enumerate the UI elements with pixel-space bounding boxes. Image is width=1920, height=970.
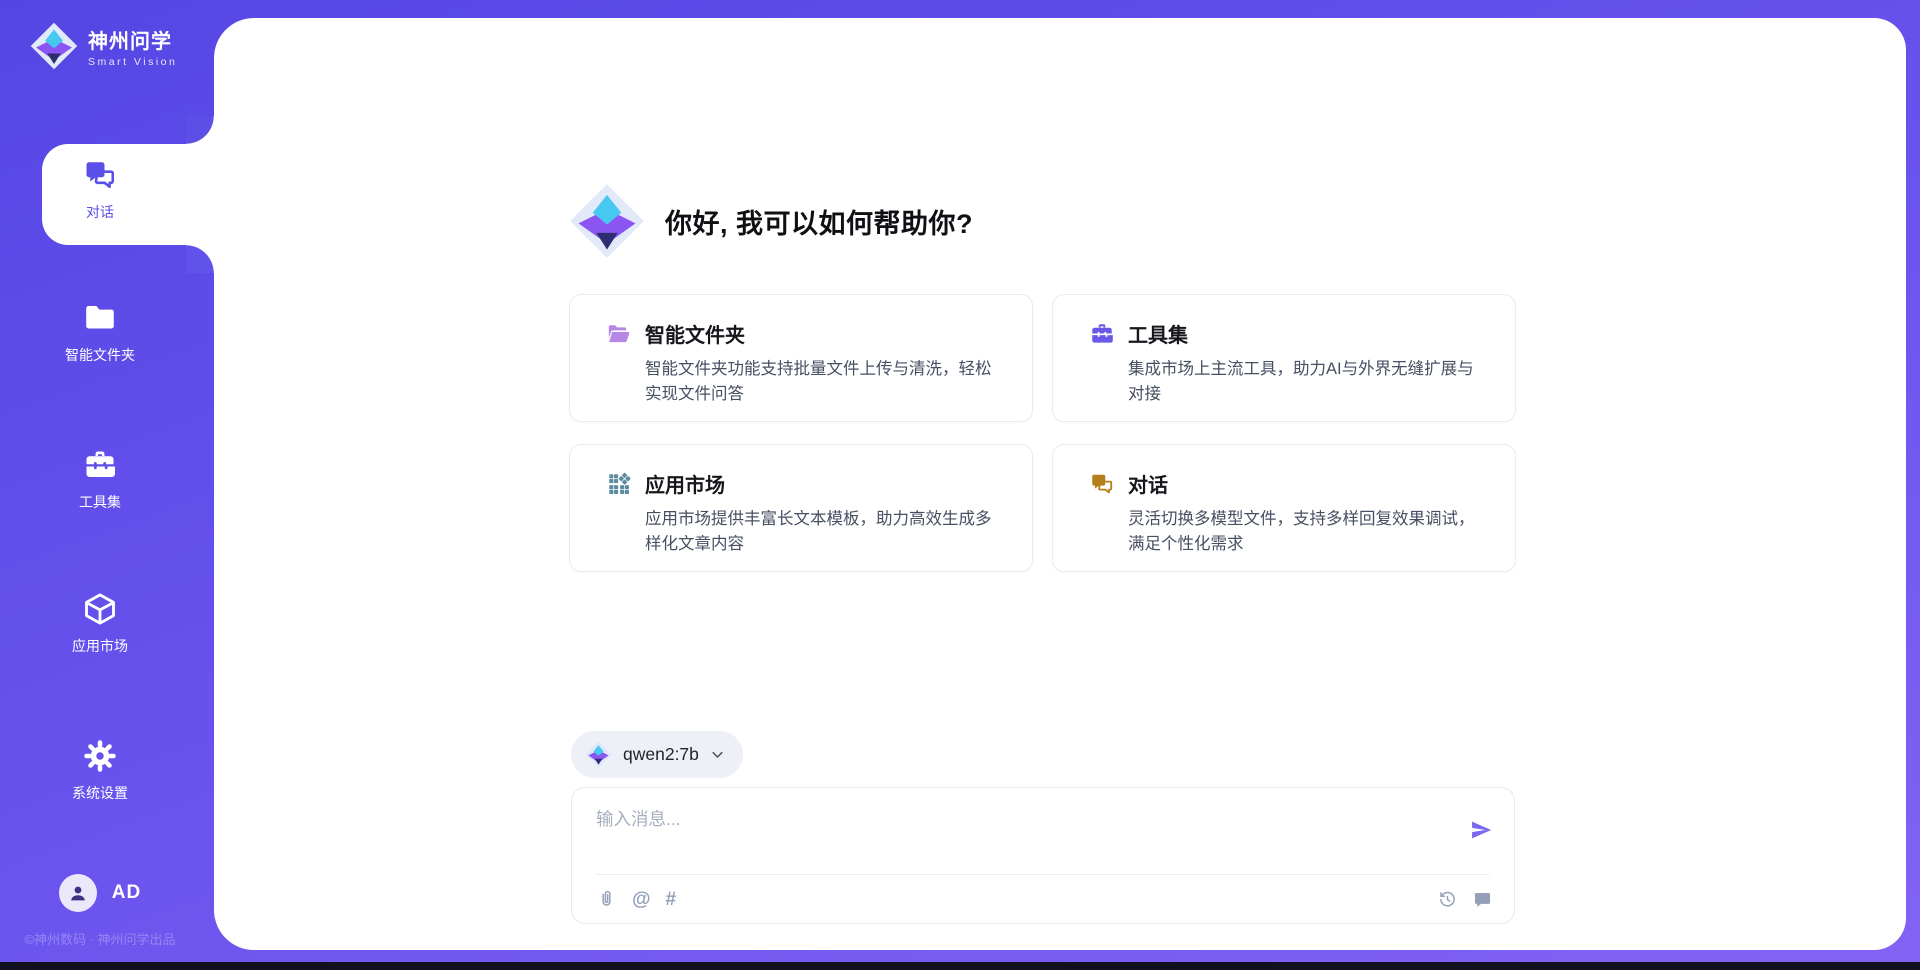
avatar <box>59 874 97 912</box>
brand-subtitle: Smart Vision <box>88 56 177 68</box>
sidebar-item-smart-folder[interactable]: 智能文件夹 <box>0 300 200 365</box>
card-toolset[interactable]: 工具集 集成市场上主流工具，助力AI与外界无缝扩展与对接 <box>1052 294 1516 422</box>
sidebar-item-label: 工具集 <box>79 492 121 512</box>
greeting-text: 你好, 我可以如何帮助你? <box>665 202 973 241</box>
card-smart-folder[interactable]: 智能文件夹 智能文件夹功能支持批量文件上传与清洗，轻松实现文件问答 <box>569 294 1033 422</box>
card-chat[interactable]: 对话 灵活切换多模型文件，支持多样回复效果调试，满足个性化需求 <box>1052 444 1516 572</box>
sidebar-item-chat[interactable]: 对话 <box>0 157 200 222</box>
briefcase-icon <box>1089 321 1115 347</box>
toolbox-icon <box>82 447 118 483</box>
brand-title: 神州问学 <box>88 25 177 54</box>
gear-icon <box>82 738 118 774</box>
card-description: 集成市场上主流工具，助力AI与外界无缝扩展与对接 <box>1128 357 1486 407</box>
chat-icon <box>1089 471 1115 497</box>
cube-icon <box>82 591 118 627</box>
message-input[interactable] <box>596 806 1456 858</box>
diamond-logo-icon <box>569 183 645 259</box>
card-title: 智能文件夹 <box>645 319 745 348</box>
sidebar-item-label: 系统设置 <box>72 783 128 803</box>
card-title: 对话 <box>1128 469 1168 498</box>
model-name: qwen2:7b <box>623 744 699 765</box>
paperclip-icon[interactable] <box>596 889 617 910</box>
card-title: 工具集 <box>1128 319 1188 348</box>
sidebar-item-app-market[interactable]: 应用市场 <box>0 591 200 656</box>
sidebar: 神州问学 Smart Vision 对话 智能文件夹 工具集 <box>0 0 214 962</box>
diamond-logo-icon <box>585 741 612 768</box>
person-icon <box>66 881 90 905</box>
card-title: 应用市场 <box>645 469 725 498</box>
sidebar-item-settings[interactable]: 系统设置 <box>0 738 200 803</box>
card-app-market[interactable]: 应用市场 应用市场提供丰富长文本模板，助力高效生成多样化文章内容 <box>569 444 1033 572</box>
user-profile[interactable]: AD <box>0 874 200 912</box>
folder-icon <box>82 300 118 336</box>
at-icon[interactable]: @ <box>632 890 651 909</box>
sidebar-item-label: 应用市场 <box>72 636 128 656</box>
chat-icon <box>82 157 118 193</box>
greeting: 你好, 我可以如何帮助你? <box>569 183 973 259</box>
model-selector[interactable]: qwen2:7b <box>571 731 743 778</box>
main-panel: 你好, 我可以如何帮助你? 智能文件夹 智能文件夹功能支持批量文件上传与清洗，轻… <box>214 18 1906 950</box>
open-folder-icon <box>606 321 632 347</box>
sidebar-item-label: 智能文件夹 <box>65 345 135 365</box>
copyright-text: ©神州数码 · 神州问学出品 <box>0 929 200 948</box>
message-composer: @ # <box>571 787 1515 924</box>
user-initials: AD <box>112 882 141 904</box>
bubble-icon[interactable] <box>1472 889 1493 910</box>
send-icon[interactable] <box>1469 818 1493 842</box>
card-description: 智能文件夹功能支持批量文件上传与清洗，轻松实现文件问答 <box>645 357 1003 407</box>
grid-icon <box>606 471 632 497</box>
diamond-logo-icon <box>30 22 78 70</box>
card-description: 应用市场提供丰富长文本模板，助力高效生成多样化文章内容 <box>645 507 1003 557</box>
hash-icon[interactable]: # <box>666 890 677 909</box>
screen-bottom-edge <box>0 962 1920 970</box>
sidebar-item-toolset[interactable]: 工具集 <box>0 447 200 512</box>
card-description: 灵活切换多模型文件，支持多样回复效果调试，满足个性化需求 <box>1128 507 1486 557</box>
chevron-down-icon <box>710 747 725 762</box>
feature-cards: 智能文件夹 智能文件夹功能支持批量文件上传与清洗，轻松实现文件问答 工具集 集成… <box>569 294 1516 572</box>
history-icon[interactable] <box>1437 889 1458 910</box>
sidebar-item-label: 对话 <box>86 202 114 222</box>
brand-logo: 神州问学 Smart Vision <box>30 22 177 70</box>
